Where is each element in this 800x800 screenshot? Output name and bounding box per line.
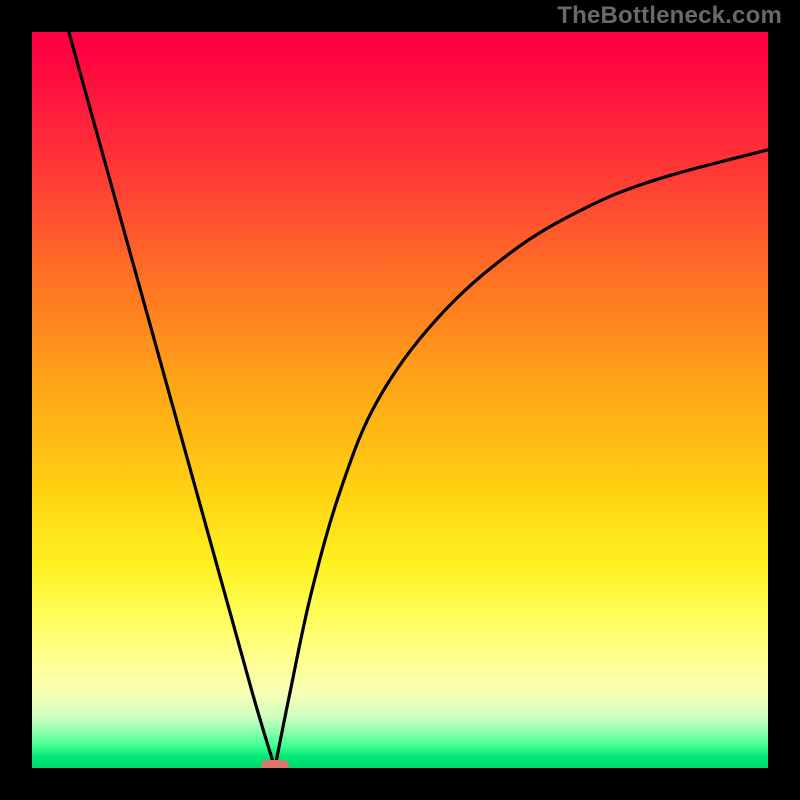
optimum-marker: [261, 760, 289, 768]
chart-canvas: TheBottleneck.com: [0, 0, 800, 800]
plot-area: [32, 32, 768, 768]
curve-svg: [32, 32, 768, 768]
watermark-text: TheBottleneck.com: [557, 2, 782, 30]
curve-path-right: [275, 150, 768, 768]
curve-path-left: [69, 32, 275, 768]
